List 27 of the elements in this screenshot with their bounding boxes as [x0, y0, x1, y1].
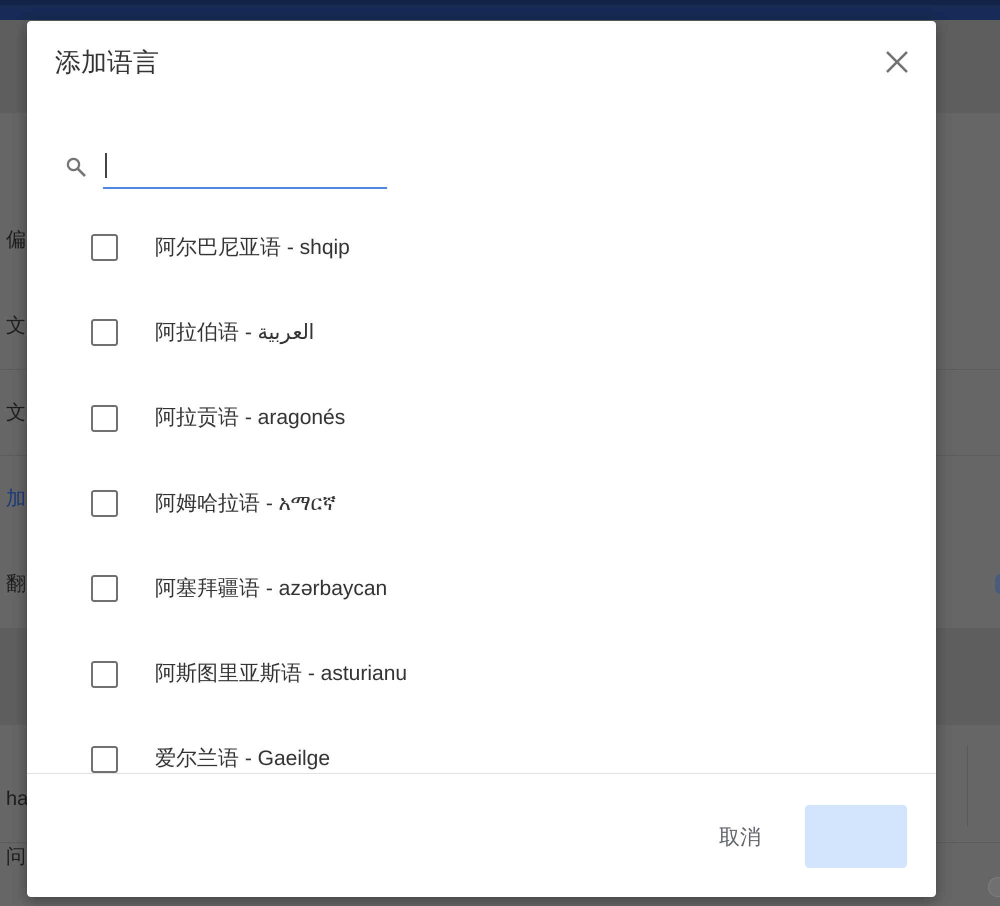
- checkbox[interactable]: [91, 490, 118, 518]
- close-icon: [886, 51, 908, 73]
- setting-label: 文: [6, 314, 26, 338]
- checkbox[interactable]: [91, 319, 118, 346]
- language-option[interactable]: 爱尔兰语 - Gaeilge: [155, 745, 330, 773]
- setting-label: ha: [6, 787, 28, 811]
- checkbox[interactable]: [91, 575, 118, 602]
- language-option[interactable]: 阿尔巴尼亚语 - shqip: [155, 234, 350, 262]
- dialog-title: 添加语言: [55, 46, 159, 78]
- checkbox[interactable]: [91, 404, 118, 432]
- search-field[interactable]: [103, 153, 387, 189]
- language-option[interactable]: 阿拉伯语 - العربية: [155, 318, 315, 347]
- toggle-switch[interactable]: [995, 574, 1000, 594]
- language-option[interactable]: 阿塞拜疆语 - azərbaycan: [155, 574, 388, 603]
- checkbox[interactable]: [91, 746, 118, 773]
- setting-label: 问: [6, 845, 26, 869]
- search-icon: [66, 157, 86, 177]
- checkbox[interactable]: [91, 234, 118, 262]
- language-option[interactable]: 阿斯图里亚斯语 - asturianu: [155, 660, 408, 688]
- toggle-switch[interactable]: [988, 877, 1000, 897]
- cancel-button[interactable]: 取消: [699, 805, 781, 868]
- language-option[interactable]: 阿拉贡语 - aragonés: [155, 404, 346, 432]
- setting-label: 翻: [6, 572, 26, 596]
- setting-label: 文: [6, 400, 26, 424]
- language-option[interactable]: 阿姆哈拉语 - አማርኛ: [155, 490, 336, 518]
- setting-label: 偏: [6, 228, 26, 252]
- checkbox[interactable]: [91, 660, 118, 688]
